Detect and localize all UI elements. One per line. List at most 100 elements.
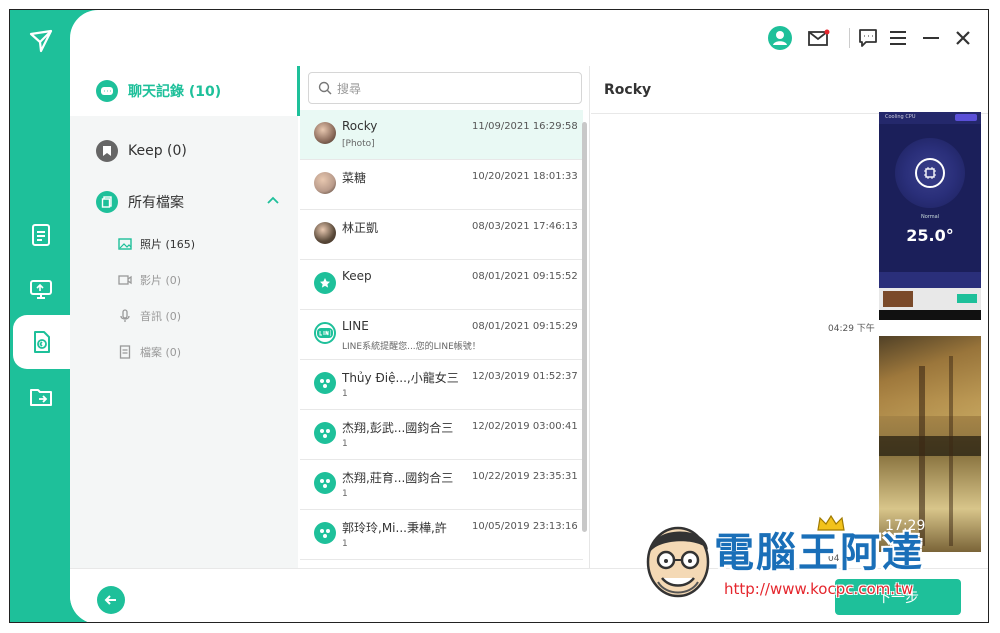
chat-preview: 1	[342, 439, 348, 449]
image-icon	[118, 237, 132, 251]
rail-export-button[interactable]	[24, 380, 58, 414]
chat-list-item[interactable]: Rocky 11/09/2021 16:29:58 [Photo]	[300, 110, 583, 160]
files-icon	[96, 191, 118, 213]
restore-file-icon	[34, 331, 50, 353]
rail-device-to-pc-button[interactable]	[24, 218, 58, 252]
chat-preview: 1	[342, 389, 348, 399]
keep-star-icon	[314, 272, 336, 294]
contact-avatar	[314, 222, 336, 244]
chat-timestamp: 11/09/2021 16:29:58	[472, 121, 578, 132]
message-icon	[859, 29, 877, 47]
chat-name: 杰翔,莊育...國鈞合三	[342, 471, 454, 485]
chat-timestamp: 08/01/2021 09:15:29	[472, 321, 578, 332]
mail-button[interactable]	[806, 25, 832, 51]
mail-icon	[808, 29, 830, 46]
photo-toolbar	[879, 272, 981, 288]
chat-timestamp: 12/03/2019 01:52:37	[472, 371, 578, 382]
document-icon	[118, 345, 132, 359]
chat-list: Rocky 11/09/2021 16:29:58 [Photo] 菜糖 10/20/2…	[300, 110, 583, 560]
chat-list-item[interactable]: Keep 08/01/2021 09:15:52	[300, 260, 583, 310]
chat-view: Rocky Cooling CPU Normal 25.0° 04:29 下午	[591, 66, 988, 568]
chat-preview: 1	[342, 489, 348, 499]
group-chat-icon	[314, 422, 336, 444]
category-label: Keep (0)	[128, 143, 187, 159]
contact-avatar	[314, 122, 336, 144]
chat-timestamp: 10/05/2019 23:13:16	[472, 521, 578, 532]
cpu-chip-icon	[915, 158, 945, 188]
minimize-button[interactable]	[918, 25, 944, 51]
folder-export-icon	[30, 389, 52, 406]
photo-status-label: Normal	[920, 214, 940, 220]
category-chat-history[interactable]: 聊天記錄 (10)	[70, 66, 298, 116]
line-logo-icon	[314, 322, 336, 344]
chat-preview: [Photo]	[342, 139, 375, 149]
close-button[interactable]	[950, 25, 976, 51]
chat-timestamp: 08/01/2021 09:15:52	[472, 271, 578, 282]
photo-app-name: Cooling CPU	[885, 114, 916, 120]
category-all-files[interactable]: 所有檔案	[70, 177, 298, 227]
chevron-up-icon[interactable]	[266, 193, 280, 207]
topbar-divider	[849, 28, 850, 48]
rail-restore-button[interactable]	[24, 325, 58, 359]
chat-name: Thủy Điệ...,小龍女三	[342, 371, 459, 385]
category-label: 所有檔案	[128, 195, 184, 211]
chat-timestamp: 12/02/2019 03:00:41	[472, 421, 578, 432]
chat-title: Rocky	[591, 66, 988, 114]
chat-list-item[interactable]: Thủy Điệ...,小龍女三 12/03/2019 01:52:37 1	[300, 360, 583, 410]
chat-name: 郭玲玲,Mi...秉樺,許	[342, 521, 447, 535]
chat-bubble-icon	[96, 80, 118, 102]
search-box[interactable]: 搜尋	[308, 72, 582, 104]
monitor-transfer-icon	[30, 280, 52, 299]
group-chat-icon	[314, 372, 336, 394]
chat-name: 菜糖	[342, 171, 367, 185]
chat-list-item[interactable]: 杰翔,莊育...國鈞合三 10/22/2019 23:35:31 1	[300, 460, 583, 510]
chat-list-scrollbar[interactable]	[582, 122, 587, 532]
category-label: 聊天記錄 (10)	[128, 84, 222, 100]
subcategory-videos[interactable]: 影片 (0)	[118, 270, 181, 290]
chat-timestamp: 10/22/2019 23:35:31	[472, 471, 578, 482]
subcategory-files[interactable]: 檔案 (0)	[118, 342, 181, 362]
menu-button[interactable]	[885, 25, 911, 51]
search-icon	[318, 81, 332, 95]
chat-name: Keep	[342, 269, 372, 283]
app-logo-icon	[29, 29, 53, 53]
chat-list-item[interactable]: 林正凱 08/03/2021 17:46:13	[300, 210, 583, 260]
subcategory-label: 檔案 (0)	[140, 346, 182, 359]
account-button[interactable]	[767, 25, 793, 51]
chat-list-item[interactable]: LINE 08/01/2021 09:15:29 LINE系統提醒您...您的LIN…	[300, 310, 583, 360]
subcategory-audio[interactable]: 音訊 (0)	[118, 306, 181, 326]
bookmark-icon	[96, 140, 118, 162]
search-placeholder: 搜尋	[337, 81, 362, 96]
chat-list-item[interactable]: 菜糖 10/20/2021 18:01:33	[300, 160, 583, 210]
chat-name: LINE	[342, 319, 369, 333]
chat-preview: 1	[342, 539, 348, 549]
back-button[interactable]	[97, 586, 125, 614]
watermark: 電腦王阿達 http://www.kocpc.com.tw	[632, 512, 962, 612]
close-icon	[956, 31, 970, 45]
message-timestamp: 04:29 下午	[828, 324, 875, 334]
watermark-url: http://www.kocpc.com.tw	[724, 580, 914, 598]
document-transfer-icon	[32, 224, 50, 246]
chat-list-item[interactable]: 郭玲玲,Mi...秉樺,許 10/05/2019 23:13:16 1	[300, 510, 583, 560]
top-bar	[70, 10, 988, 66]
feedback-button[interactable]	[855, 25, 881, 51]
chat-list-panel: 搜尋 Rocky 11/09/2021 16:29:58 [Photo] 菜糖 10/2…	[300, 66, 590, 568]
watermark-title: 電腦王阿達	[714, 530, 924, 576]
photo-temperature: 25.0°	[906, 226, 954, 245]
chat-name: 杰翔,彭武...國鈞合三	[342, 421, 454, 435]
mic-icon	[118, 309, 132, 323]
chat-list-item[interactable]: 杰翔,彭武...國鈞合三 12/02/2019 03:00:41 1	[300, 410, 583, 460]
contact-avatar	[314, 172, 336, 194]
subcategory-photos[interactable]: 照片 (165)	[118, 234, 195, 254]
arrow-left-icon	[104, 595, 116, 605]
photo-quick-settings	[879, 436, 981, 456]
subcategory-label: 音訊 (0)	[140, 310, 182, 323]
category-keep[interactable]: Keep (0)	[70, 126, 298, 176]
group-chat-icon	[314, 522, 336, 544]
video-icon	[118, 273, 132, 287]
chat-timestamp: 08/03/2021 17:46:13	[472, 221, 578, 232]
rail-backup-button[interactable]	[24, 272, 58, 306]
photo-message[interactable]: Cooling CPU Normal 25.0°	[879, 112, 981, 320]
hamburger-menu-icon	[890, 31, 906, 45]
chat-name: Rocky	[342, 119, 378, 133]
